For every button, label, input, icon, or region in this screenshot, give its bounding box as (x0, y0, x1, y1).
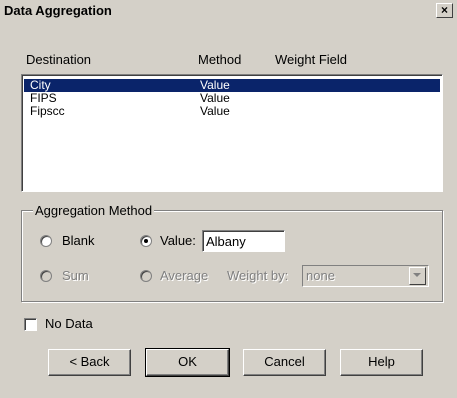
average-radio[interactable] (140, 270, 152, 282)
blank-radio-label[interactable]: Blank (62, 233, 95, 248)
list-item[interactable]: FIPS Value (24, 92, 440, 105)
value-radio-label[interactable]: Value: (160, 233, 196, 248)
aggregation-method-group (21, 210, 443, 302)
title-bar[interactable]: Data Aggregation × (0, 0, 457, 22)
destination-list[interactable]: City Value FIPS Value Fipscc Value (21, 74, 443, 192)
list-item[interactable]: City Value (24, 79, 440, 92)
weight-by-select[interactable]: none (302, 265, 429, 287)
average-radio-label[interactable]: Average (160, 268, 208, 283)
close-button[interactable]: × (436, 3, 453, 18)
column-header-destination: Destination (26, 52, 92, 67)
sum-radio-label[interactable]: Sum (62, 268, 89, 283)
cancel-button[interactable]: Cancel (243, 349, 326, 376)
value-radio[interactable] (140, 235, 152, 247)
sum-radio[interactable] (40, 270, 52, 282)
list-item-method: Value (200, 104, 230, 118)
no-data-checkbox[interactable] (24, 318, 37, 331)
column-header-method: Method (198, 52, 242, 67)
radio-selected-dot (144, 239, 148, 243)
list-item[interactable]: Fipscc Value (24, 105, 440, 118)
no-data-label[interactable]: No Data (45, 316, 93, 331)
weight-by-dropdown-button[interactable] (409, 267, 426, 285)
column-header-weight-field: Weight Field (275, 52, 348, 67)
aggregation-method-title: Aggregation Method (33, 203, 155, 218)
help-button[interactable]: Help (340, 349, 423, 376)
close-icon: × (440, 3, 448, 17)
back-button[interactable]: < Back (48, 349, 131, 376)
weight-by-label: Weight by: (227, 268, 289, 283)
list-item-destination: Fipscc (30, 104, 65, 118)
weight-by-value: none (306, 268, 335, 283)
ok-button[interactable]: OK (145, 348, 230, 377)
chevron-down-icon (413, 273, 421, 277)
window-title: Data Aggregation (4, 3, 112, 18)
value-input[interactable] (202, 230, 285, 252)
blank-radio[interactable] (40, 235, 52, 247)
